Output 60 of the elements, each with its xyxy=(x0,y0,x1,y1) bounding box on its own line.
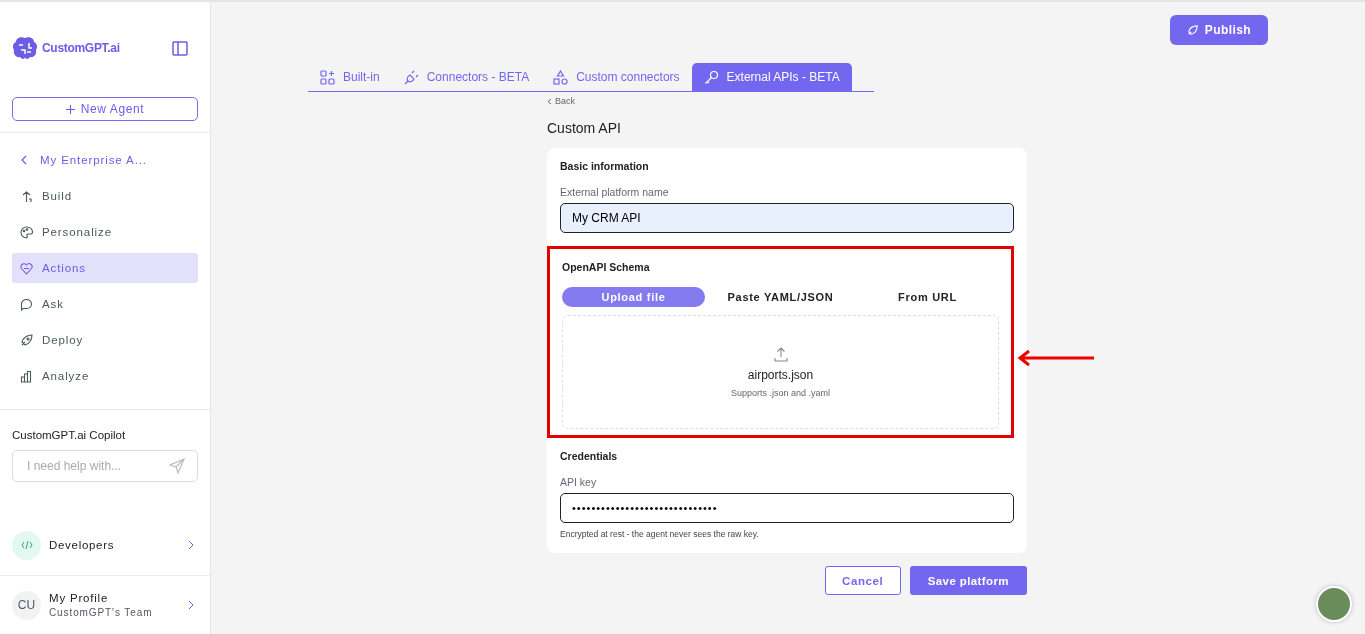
field-label: API key xyxy=(560,476,598,488)
chevron-right-icon xyxy=(187,540,194,550)
section-heading: Credentials xyxy=(560,450,619,462)
tab[interactable]: Custom connectors xyxy=(541,63,692,91)
avatar-initials: CU xyxy=(12,590,41,620)
build-icon xyxy=(20,189,33,203)
page-title: Custom API xyxy=(547,120,622,136)
save-button[interactable]: Save platform xyxy=(909,566,1027,595)
sidebar-item[interactable]: Ask xyxy=(12,289,198,319)
profile-team: CustomGPT's Team xyxy=(49,607,154,618)
file-name: airports.json xyxy=(747,367,814,382)
api-key-field[interactable]: •••••••••••••••••••••••••••••• xyxy=(560,493,1014,523)
profile-link[interactable]: CU My Profile CustomGPT's Team xyxy=(0,576,210,634)
agent-back-link[interactable]: My Enterprise A... xyxy=(12,145,198,175)
code-icon xyxy=(12,530,41,560)
mode-tab[interactable]: Paste YAML/JSON xyxy=(709,287,852,307)
new-agent-button[interactable]: New Agent xyxy=(12,97,198,121)
brand-name: CustomGPT.ai xyxy=(42,41,120,55)
back-link[interactable]: Back xyxy=(547,96,575,106)
sidebar-item[interactable]: Actions xyxy=(12,253,198,283)
publish-button[interactable]: Publish xyxy=(1169,15,1268,45)
chevron-left-icon xyxy=(547,97,552,105)
section-heading: Basic information xyxy=(560,160,650,172)
grid-icon xyxy=(320,69,335,85)
sidebar-item[interactable]: Build xyxy=(12,181,198,211)
send-icon[interactable] xyxy=(169,458,185,474)
profile-name: My Profile xyxy=(49,592,110,604)
developers-link[interactable]: Developers xyxy=(0,530,210,560)
help-text: Encrypted at rest - the agent never sees the raw key. xyxy=(560,529,760,539)
shapes-icon xyxy=(553,69,569,85)
sidebar-toggle-icon[interactable] xyxy=(172,40,188,56)
tab[interactable]: External APIs - BETA xyxy=(691,63,852,91)
mode-tab[interactable]: From URL xyxy=(856,287,999,307)
deploy-icon xyxy=(20,333,33,347)
chevron-right-icon xyxy=(187,600,194,610)
chevron-left-icon xyxy=(20,155,28,165)
tab[interactable]: Connectors - BETA xyxy=(391,63,542,91)
key-icon xyxy=(703,69,719,85)
copilot-field[interactable]: I need help with... xyxy=(12,450,198,482)
copilot-title: CustomGPT.ai Copilot xyxy=(11,428,127,443)
upload-icon xyxy=(773,346,788,362)
sidebar-item[interactable]: Deploy xyxy=(12,325,198,355)
field-label: External platform name xyxy=(560,186,670,198)
plus-icon xyxy=(65,104,75,114)
ask-icon xyxy=(20,297,33,311)
platform-name-field[interactable]: My CRM API xyxy=(560,203,1014,233)
sidebar-item[interactable]: Personalize xyxy=(12,217,198,247)
sidebar-item[interactable]: Analyze xyxy=(12,361,198,391)
brain-logo-icon xyxy=(12,36,38,60)
photo-placeholder[interactable] xyxy=(1316,586,1352,622)
rocket-icon xyxy=(1186,24,1198,36)
actions-icon xyxy=(20,261,33,275)
palette-icon xyxy=(20,225,33,239)
section-heading: OpenAPI Schema xyxy=(562,261,651,273)
tab[interactable]: Built-in xyxy=(308,63,392,91)
plug-icon xyxy=(403,69,419,85)
file-hint: Supports .json and .yaml xyxy=(730,387,831,398)
analyze-icon xyxy=(20,369,33,383)
cancel-button[interactable]: Cancel xyxy=(824,566,901,595)
file-drop-zone[interactable]: airports.json Supports .json and .yaml xyxy=(562,315,999,429)
